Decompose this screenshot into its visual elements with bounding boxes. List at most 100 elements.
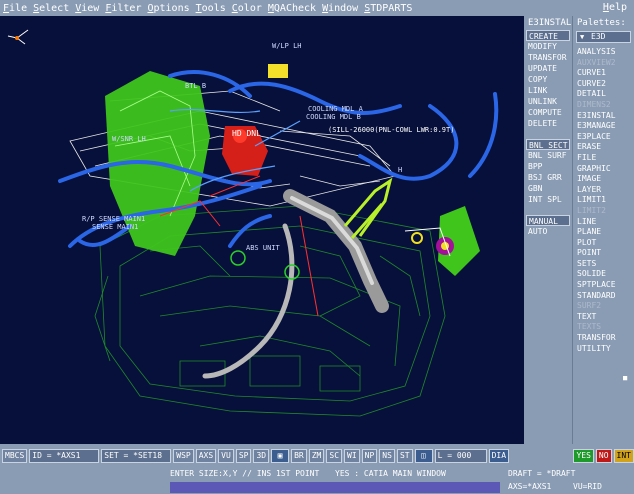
palette-item-analysis[interactable]: ANALYSIS <box>573 47 634 58</box>
palette-item-limit1[interactable]: LIMIT1 <box>573 195 634 206</box>
command-create[interactable]: CREATE <box>526 30 570 41</box>
np-button[interactable]: NP <box>361 449 378 463</box>
menu-item-window[interactable]: Window <box>319 3 361 14</box>
sp-button[interactable]: SP <box>235 449 252 463</box>
command-bnl-sect[interactable]: BNL SECT <box>526 139 570 150</box>
input-bar[interactable] <box>170 482 500 493</box>
command-compute[interactable]: COMPUTE <box>524 107 572 118</box>
command-update[interactable]: UPDATE <box>524 63 572 74</box>
palette-item-layer[interactable]: LAYER <box>573 185 634 196</box>
palette-item-solide[interactable]: SOLIDE <box>573 269 634 280</box>
label-hd-dnl: HD DNL <box>232 129 261 138</box>
palette-item-curve1[interactable]: CURVE1 <box>573 68 634 79</box>
st-button[interactable]: ST <box>396 449 413 463</box>
ns-button[interactable]: NS <box>379 449 395 463</box>
label-sense2: SENSE MAIN1 <box>92 223 138 231</box>
palette-item-file[interactable]: FILE <box>573 153 634 164</box>
no-button[interactable]: NO <box>595 449 612 463</box>
palette-item-utility[interactable]: UTILITY <box>573 344 634 355</box>
model-drawing: W/LP LH BTL B COOLING MDL A COOLING MDL … <box>7 29 499 417</box>
set-field[interactable]: SET = *SET18 <box>101 449 172 463</box>
label-h: H <box>398 166 402 174</box>
status-row-2: AXS=*AXS1 VU=RID <box>0 481 634 494</box>
palette-item-e3place[interactable]: E3PLACE <box>573 132 634 143</box>
palette-item-sptplace[interactable]: SPTPLACE <box>573 280 634 291</box>
command-auto[interactable]: AUTO <box>524 226 572 237</box>
palette-item-line[interactable]: LINE <box>573 217 634 228</box>
bracket <box>343 177 393 239</box>
palette-item-surf2[interactable]: SURF2 <box>573 301 634 312</box>
page-icon[interactable]: ◫ <box>414 449 433 463</box>
command-manual[interactable]: MANUAL <box>526 215 570 226</box>
command-int-spl[interactable]: INT SPL <box>524 194 572 205</box>
wsp-button[interactable]: WSP <box>173 449 194 463</box>
command-unlink[interactable]: UNLINK <box>524 96 572 107</box>
palette-item-text[interactable]: TEXT <box>573 312 634 323</box>
label-lp-lh: W/LP LH <box>272 42 302 50</box>
palette-item-graphic[interactable]: GRAPHIC <box>573 164 634 175</box>
scroll-indicator-icon[interactable]: ■ <box>623 374 627 382</box>
palette-item-erase[interactable]: ERASE <box>573 142 634 153</box>
palette-item-texts[interactable]: TEXTS <box>573 322 634 333</box>
vu-text: VU=RID <box>573 482 602 491</box>
3d-viewport[interactable]: W/LP LH BTL B COOLING MDL A COOLING MDL … <box>0 16 524 444</box>
zm-button[interactable]: ZM <box>308 449 325 463</box>
palette-item-plot[interactable]: PLOT <box>573 238 634 249</box>
palette-item-image[interactable]: IMAGE <box>573 174 634 185</box>
palette-item-limit2[interactable]: LIMIT2 <box>573 206 634 217</box>
command-delete[interactable]: DELETE <box>524 118 572 129</box>
menu-item-options[interactable]: Options <box>144 3 192 14</box>
command-panel: E3INSTAL CREATE MODIFY TRANSFOR UPDATE COPY L… <box>524 16 572 444</box>
br-button[interactable]: BR <box>291 449 307 463</box>
prompt-text: ENTER SIZE:X,Y // INS 1ST POINT <box>170 469 320 478</box>
command-copy[interactable]: COPY <box>524 74 572 85</box>
command-bnl-surf[interactable]: BNL SURF <box>524 150 572 161</box>
palette-item-curve2[interactable]: CURVE2 <box>573 79 634 90</box>
view-icon[interactable]: ▣ <box>271 449 290 463</box>
mbcs-button[interactable]: MBCS <box>2 449 28 463</box>
menu-item-color[interactable]: Color <box>229 3 265 14</box>
label-note: (SILL-26000(PNL-COWL LWR:0.9T) <box>328 126 454 134</box>
menu-item-mqacheck[interactable]: MQACheck <box>265 3 319 14</box>
menu-item-view[interactable]: View <box>72 3 102 14</box>
command-transfor[interactable]: TRANSFOR <box>524 52 572 63</box>
vu-button[interactable]: VU <box>218 449 234 463</box>
palette-select-value: E3D <box>591 32 606 41</box>
menu-item-help[interactable]: Help <box>600 2 630 13</box>
yes-info-text: YES : CATIA MAIN WINDOW <box>335 469 446 478</box>
palette-item-plane[interactable]: PLANE <box>573 227 634 238</box>
menu-item-stdparts[interactable]: STDPARTS <box>361 3 415 14</box>
command-gbn[interactable]: GBN <box>524 183 572 194</box>
menu-item-select[interactable]: Select <box>30 3 72 14</box>
chevron-down-icon: ▼ <box>580 33 585 41</box>
menu-item-file[interactable]: File <box>0 3 30 14</box>
menu-item-tools[interactable]: Tools <box>193 3 229 14</box>
draft-text: DRAFT = *DRAFT <box>508 469 576 478</box>
command-bsj-grr[interactable]: BSJ GRR <box>524 172 572 183</box>
id-field[interactable]: ID = *AXS1 <box>29 449 100 463</box>
palette-item-dimens2[interactable]: DIMENS2 <box>573 100 634 111</box>
command-modify[interactable]: MODIFY <box>524 41 572 52</box>
palette-item-standard[interactable]: STANDARD <box>573 291 634 302</box>
wi-button[interactable]: WI <box>344 449 360 463</box>
int-button[interactable]: INT <box>613 449 634 463</box>
menu-item-filter[interactable]: Filter <box>102 3 144 14</box>
palette-item-point[interactable]: POINT <box>573 248 634 259</box>
sc-button[interactable]: SC <box>326 449 343 463</box>
palette-item-transfor[interactable]: TRANSFOR <box>573 333 634 344</box>
yes-button[interactable]: YES <box>573 449 594 463</box>
right-bracket <box>404 206 480 276</box>
axs-button[interactable]: AXS <box>195 449 217 463</box>
label-abs: ABS UNIT <box>246 244 281 252</box>
palette-item-sets[interactable]: SETS <box>573 259 634 270</box>
command-link[interactable]: LINK <box>524 85 572 96</box>
palette-item-auxview2[interactable]: AUXVIEW2 <box>573 58 634 69</box>
3d-button[interactable]: 3D <box>253 449 270 463</box>
dia-button[interactable]: DIA <box>488 449 510 463</box>
palette-item-e3manage[interactable]: E3MANAGE <box>573 121 634 132</box>
palette-select[interactable]: ▼ E3D <box>576 31 631 43</box>
layer-field[interactable]: L = 000 <box>434 449 487 463</box>
palette-item-detail[interactable]: DETAIL <box>573 89 634 100</box>
command-bpp[interactable]: BPP <box>524 161 572 172</box>
palette-item-e3instal[interactable]: E3INSTAL <box>573 111 634 122</box>
